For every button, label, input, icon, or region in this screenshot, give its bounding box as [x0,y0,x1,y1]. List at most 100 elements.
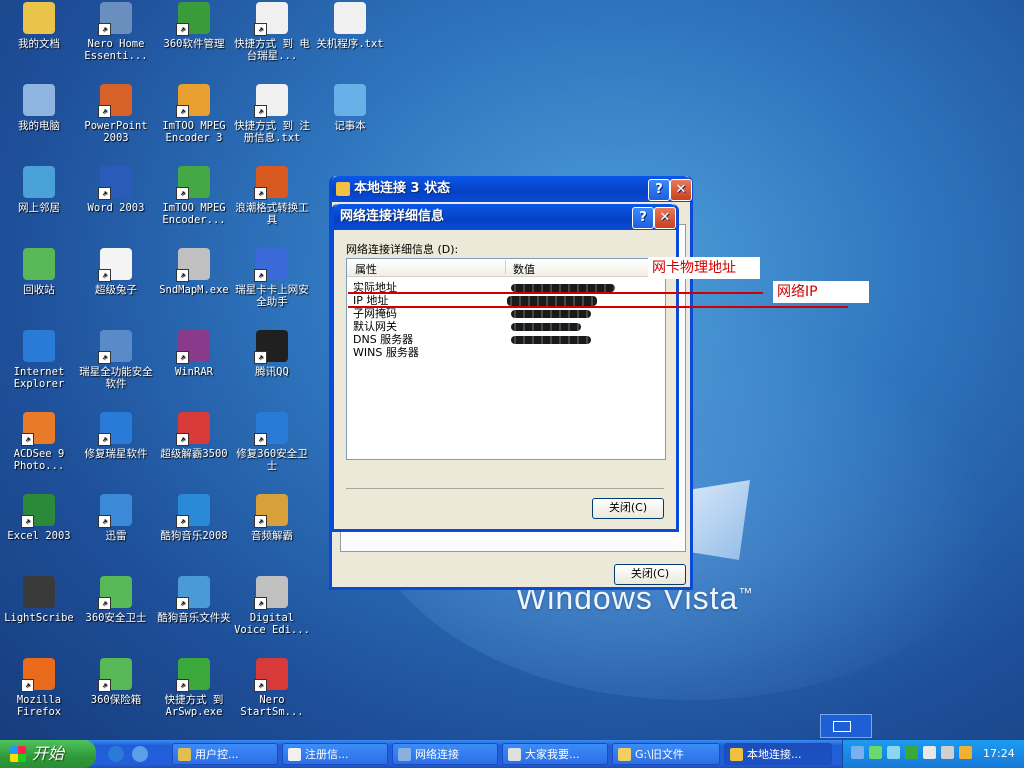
taskbar-button-label: 用户控... [195,748,239,761]
desktop-icon[interactable]: ↗ Word 2003 [77,166,155,214]
shortcut-arrow-icon: ↗ [176,105,189,118]
connection-status-titlebar[interactable]: 本地连接 3 状态 ? ✕ [332,176,692,202]
taskbar-button-label: 本地连接... [747,748,802,761]
desktop-icon[interactable]: ↗ 修复360安全卫士 [233,412,311,472]
list-item[interactable]: DNS 服务器 [353,334,413,346]
clock[interactable]: 17:24 [983,747,1015,760]
desktop-icon[interactable]: 网上邻居 [0,166,78,214]
printer-tray-icon[interactable] [941,746,954,759]
desktop-icon[interactable]: ↗ 快捷方式 到 电台瑞星... [233,2,311,62]
window-icon [398,748,411,761]
taskbar-button[interactable]: 用户控... [172,743,278,765]
desktop-icon[interactable]: ↗ 360安全卫士 [77,576,155,624]
taskbar: 开始 用户控... 注册信... 网络连接 大家我要... G:\旧文件 本地连接... … [0,740,1024,768]
desktop-icon[interactable]: ↗ 快捷方式 到 注册信息.txt [233,84,311,144]
volume-tray-icon[interactable] [959,746,972,759]
taskbar-button[interactable]: 大家我要... [502,743,608,765]
close-button[interactable]: 关闭(C) [592,498,664,519]
desktop-icon-label: 超级兔子 [95,284,137,296]
shortcut-arrow-icon: ↗ [254,515,267,528]
tray-icon[interactable] [887,746,900,759]
desktop-icon[interactable]: ↗ ImTOO MPEG Encoder... [155,166,233,226]
desktop-icon[interactable]: ↗ 迅雷 [77,494,155,542]
desktop-icon[interactable]: ↗ 360保险箱 [77,658,155,706]
window-icon [288,748,301,761]
desktop-icon[interactable]: LightScribe [0,576,78,624]
details-caption: 网络连接详细信息 (D): [346,243,459,256]
rabbit-icon: ↗ [98,248,132,282]
desktop-icon[interactable]: ↗ 超级兔子 [77,248,155,296]
desktop-icon-label: Mozilla Firefox [16,694,62,718]
desktop-icon[interactable]: ↗ Mozilla Firefox [0,658,78,718]
list-item[interactable]: WINS 服务器 [353,347,419,359]
text-file-icon [334,2,366,34]
desktop-icon[interactable]: ↗ SndMapM.exe [155,248,233,296]
desktop-icon[interactable]: 回收站 [0,248,78,296]
redacted-value [511,336,591,344]
close-button[interactable]: 关闭(C) [614,564,686,585]
help-icon[interactable]: ? [648,179,670,201]
window-icon [178,748,191,761]
desktop-icon[interactable]: ↗ 360软件管理 [155,2,233,50]
desktop-icon[interactable]: 我的文档 [0,2,78,50]
360-safe-icon: ↗ [98,576,132,610]
desktop-icon[interactable]: ↗ WinRAR [155,330,233,378]
desktop-icon[interactable]: ↗ 瑞星全功能安全软件 [77,330,155,390]
desktop-icon[interactable]: ↗ 腾讯QQ [233,330,311,378]
desktop-icon[interactable]: ↗ Nero StartSm... [233,658,311,718]
desktop-icon-label: Excel 2003 [7,530,71,542]
show-desktop-icon[interactable] [132,746,148,762]
taskbar-button[interactable]: G:\旧文件 [612,743,720,765]
start-button[interactable]: 开始 [0,740,96,768]
desktop-icon[interactable]: ↗ 酷狗音乐2008 [155,494,233,542]
taskbar-button[interactable]: 网络连接 [392,743,498,765]
taskbar-button[interactable]: 注册信... [282,743,388,765]
details-titlebar[interactable]: 网络连接详细信息 ? ✕ [334,204,676,230]
desktop-icon[interactable]: ↗ 音频解霸 [233,494,311,542]
shortcut-arrow-icon: ↗ [98,269,111,282]
desktop-icon[interactable]: 记事本 [311,84,389,132]
desktop-icon[interactable]: ↗ 修复瑞星软件 [77,412,155,460]
desktop-icon[interactable]: 关机程序.txt [311,2,389,50]
desktop-icon[interactable]: ↗ ACDSee 9 Photo... [0,412,78,472]
list-item[interactable]: 默认网关 [353,321,397,333]
desktop-icon[interactable]: ↗ Digital Voice Edi... [233,576,311,636]
desktop-icon[interactable]: ↗ Nero Home Essenti... [77,2,155,62]
desktop-icon[interactable]: ↗ ImTOO MPEG Encoder 3 [155,84,233,144]
close-icon[interactable]: ✕ [654,207,676,229]
desktop-icon-label: 酷狗音乐2008 [160,530,228,542]
desktop-icon[interactable]: ↗ 快捷方式 到 ArSwp.exe [155,658,233,718]
360-tray-icon[interactable] [905,746,918,759]
desktop-icon[interactable]: ↗ 瑞星卡卡上网安全助手 [233,248,311,308]
language-bar[interactable] [820,714,872,738]
column-header-property[interactable]: 属性 [355,261,377,277]
umbrella-tray-icon[interactable] [869,746,882,759]
cd-icon: ↗ [176,248,210,282]
desktop-icon[interactable]: ↗ 超级解霸3500 [155,412,233,460]
taskbar-button[interactable]: 本地连接... [724,743,832,765]
help-icon[interactable]: ? [632,207,654,229]
desktop-icon-label: 酷狗音乐文件夹 [157,612,231,624]
folder-icon [23,2,55,34]
qq-icon: ↗ [254,330,288,364]
network-tray-icon[interactable] [851,746,864,759]
desktop-icon[interactable]: 我的电脑 [0,84,78,132]
desktop-icon[interactable]: ↗ 浪潮格式转换工具 [233,166,311,226]
shortcut-arrow-icon: ↗ [254,269,267,282]
close-icon[interactable]: ✕ [670,179,692,201]
lightscribe-icon [23,576,55,608]
desktop-icon[interactable]: Internet Explorer [0,330,78,390]
desktop-icon[interactable]: ↗ 酷狗音乐文件夹 [155,576,233,624]
voice-editor-icon: ↗ [254,576,288,610]
desktop-icon[interactable]: ↗ Excel 2003 [0,494,78,542]
divider [346,488,664,489]
audio-icon: ↗ [254,494,288,528]
column-header-value[interactable]: 数值 [513,261,535,277]
ie-icon[interactable] [108,746,124,762]
desktop-icon[interactable]: ↗ PowerPoint 2003 [77,84,155,144]
list-item[interactable]: 子网掩码 [353,308,397,320]
shortcut-arrow-icon: ↗ [21,433,34,446]
desktop-icon-label: LightScribe [4,612,74,624]
details-listview[interactable]: 属性 数值 实际地址 IP 地址 子网掩码 默认网关 DNS 服务器 WINS … [346,258,666,460]
tray-icon[interactable] [923,746,936,759]
